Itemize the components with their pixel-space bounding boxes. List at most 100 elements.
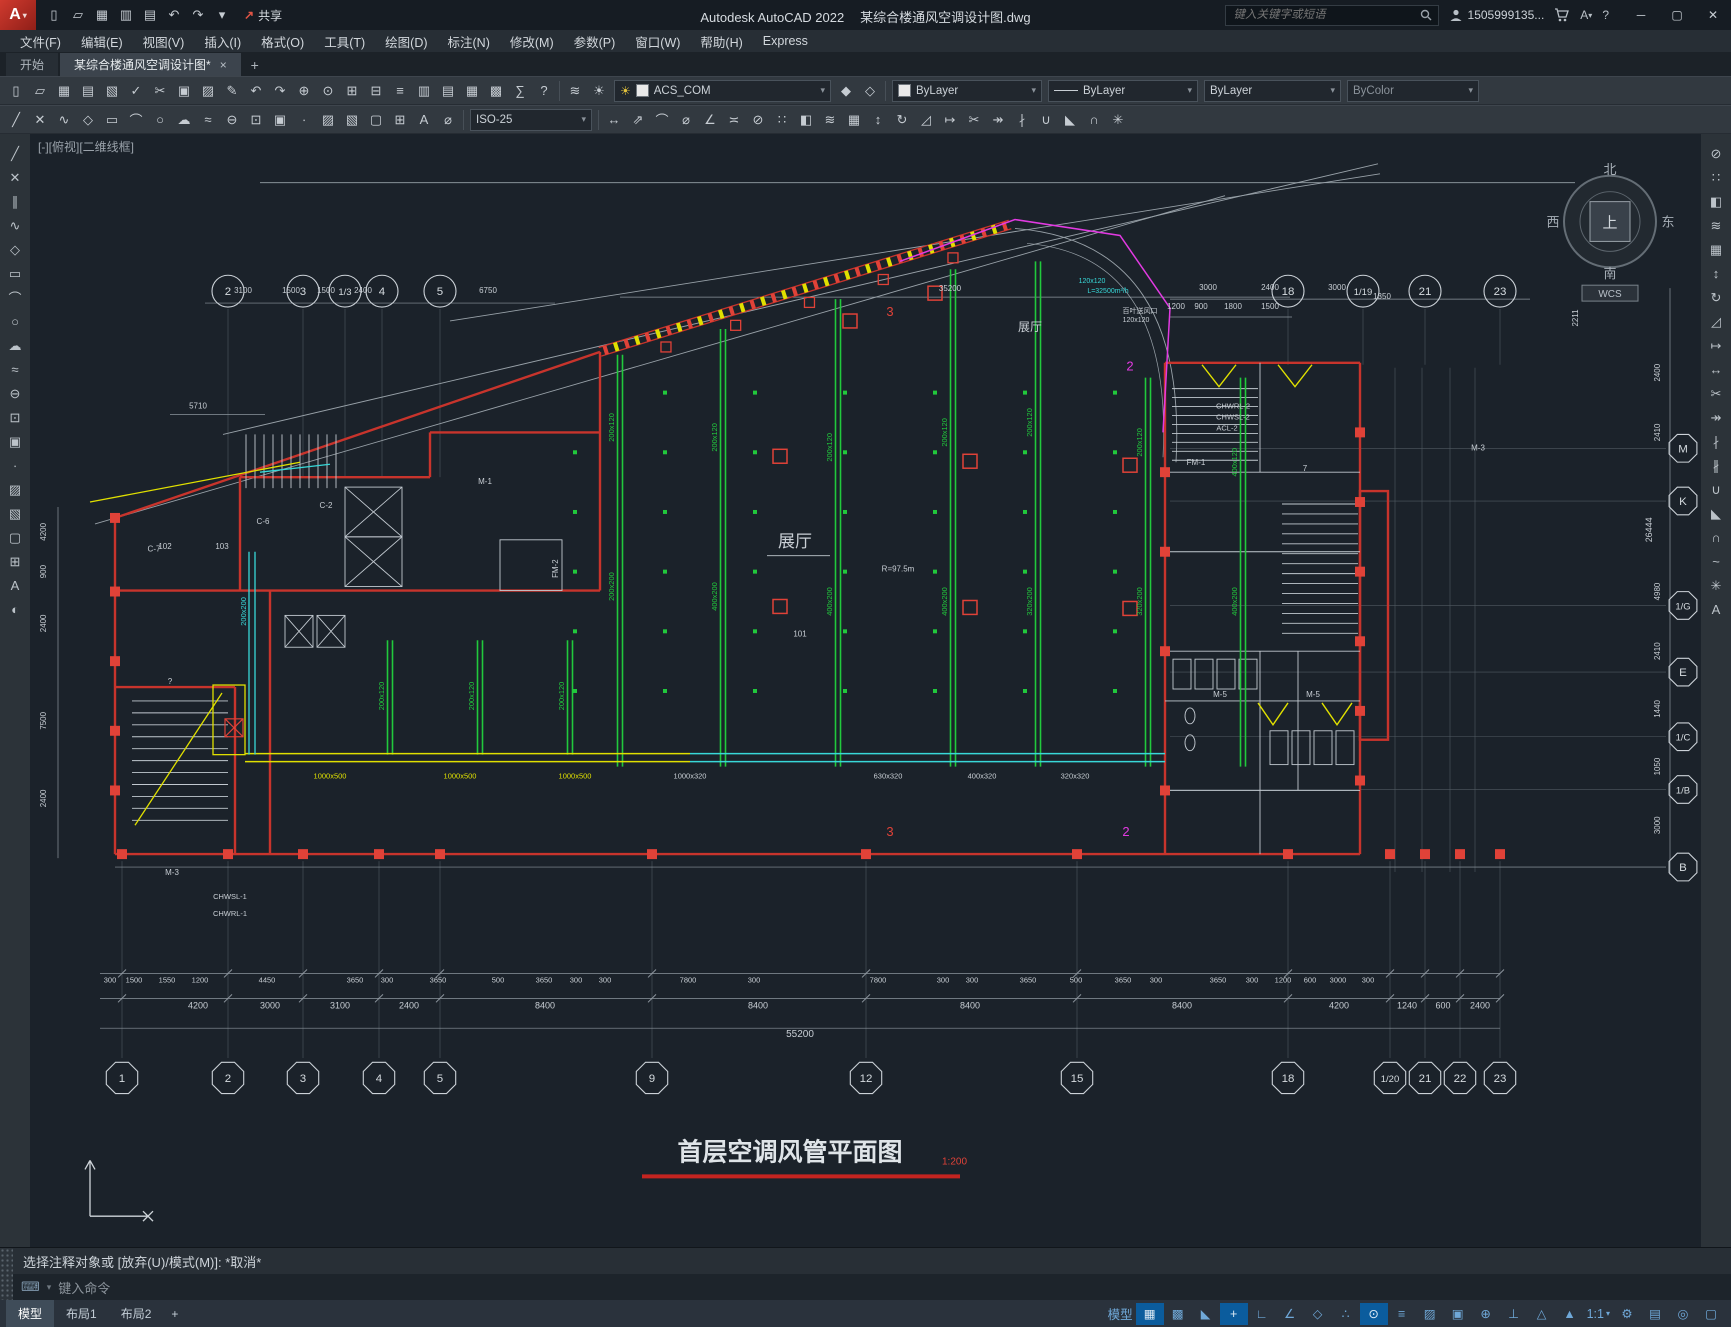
maximize-button[interactable]: ▢ bbox=[1659, 0, 1695, 30]
plotstyle-dropdown[interactable]: ByColor ▾ bbox=[1347, 79, 1479, 102]
stretch-icon[interactable]: ↦ bbox=[1704, 334, 1728, 357]
layer-properties-icon[interactable]: ≋ bbox=[563, 79, 587, 103]
isometric-drafting-toggle[interactable]: ◇ bbox=[1304, 1303, 1332, 1325]
trim-icon[interactable]: ✂ bbox=[962, 108, 986, 132]
object-snap-toggle[interactable]: ⊙ bbox=[1359, 1302, 1388, 1325]
qat-customize-icon[interactable]: ▾ bbox=[210, 3, 234, 27]
erase-icon[interactable]: ⊘ bbox=[746, 108, 770, 132]
multiline-text-icon[interactable]: A bbox=[3, 574, 27, 597]
arc-icon[interactable]: ⌒ bbox=[124, 108, 148, 132]
insert-block-icon[interactable]: ⊡ bbox=[244, 108, 268, 132]
match-properties-icon[interactable]: ✎ bbox=[220, 79, 244, 103]
offset-icon[interactable]: ≋ bbox=[818, 108, 842, 132]
dim-angular-icon[interactable]: ∠ bbox=[698, 108, 722, 132]
menu-插入(I)[interactable]: 插入(I) bbox=[194, 30, 251, 52]
ellipse-icon[interactable]: ⊖ bbox=[220, 108, 244, 132]
share-button[interactable]: ↗ 共享 bbox=[244, 7, 282, 24]
pan-icon[interactable]: ⊕ bbox=[292, 79, 316, 103]
revision-cloud-icon[interactable]: ☁ bbox=[172, 108, 196, 132]
plot-icon[interactable]: ▤ bbox=[138, 3, 162, 27]
redo-icon[interactable]: ↷ bbox=[268, 79, 292, 103]
point-icon[interactable]: ∙ bbox=[292, 108, 316, 132]
spline-icon[interactable]: ≈ bbox=[3, 358, 27, 381]
dim-radius-icon[interactable]: ⌀ bbox=[674, 108, 698, 132]
move-icon[interactable]: ↕ bbox=[1704, 262, 1728, 285]
plot-preview-icon[interactable]: ▧ bbox=[100, 79, 124, 103]
annotation-scale-toggle[interactable]: 1:1 ▾ bbox=[1584, 1303, 1613, 1325]
gradient-icon[interactable]: ▧ bbox=[340, 108, 364, 132]
move-icon[interactable]: ↕ bbox=[866, 108, 890, 132]
dim-arc-icon[interactable]: ⌒ bbox=[650, 108, 674, 132]
layout-tab-布局1[interactable]: 布局1 bbox=[54, 1300, 109, 1327]
cut-icon[interactable]: ✂ bbox=[148, 79, 172, 103]
spline-icon[interactable]: ≈ bbox=[196, 108, 220, 132]
copy-icon[interactable]: ∷ bbox=[1704, 166, 1728, 189]
infer-constraints-toggle[interactable]: ◣ bbox=[1192, 1303, 1220, 1325]
table-icon[interactable]: ⊞ bbox=[388, 108, 412, 132]
menu-Express[interactable]: Express bbox=[753, 30, 818, 52]
line-icon[interactable]: ╱ bbox=[4, 108, 28, 132]
mirror-icon[interactable]: ◧ bbox=[794, 108, 818, 132]
transparency-toggle[interactable]: ▨ bbox=[1416, 1303, 1444, 1325]
open-icon[interactable]: ▱ bbox=[28, 79, 52, 103]
dynamic-ucs-toggle[interactable]: ⊥ bbox=[1500, 1303, 1528, 1325]
help-icon[interactable]: ? bbox=[532, 79, 556, 103]
revision-cloud-icon[interactable]: ☁ bbox=[3, 334, 27, 357]
break-at-point-icon[interactable]: ∤ bbox=[1704, 430, 1728, 453]
open-icon[interactable]: ▱ bbox=[66, 3, 90, 27]
new-icon[interactable]: ▯ bbox=[4, 79, 28, 103]
construction-line-icon[interactable]: ✕ bbox=[3, 166, 27, 189]
polygon-icon[interactable]: ◇ bbox=[76, 108, 100, 132]
dimstyle-dropdown[interactable]: ISO-25 ▾ bbox=[470, 108, 592, 131]
make-layer-current-icon[interactable]: ◆ bbox=[834, 79, 858, 103]
spell-check-icon[interactable]: ✓ bbox=[124, 79, 148, 103]
object-snap-tracking-toggle[interactable]: ∴ bbox=[1332, 1303, 1360, 1325]
undo-icon[interactable]: ↶ bbox=[162, 3, 186, 27]
circle-icon[interactable]: ○ bbox=[148, 108, 172, 132]
polyline-icon[interactable]: ∿ bbox=[52, 108, 76, 132]
blend-curves-icon[interactable]: ~ bbox=[1704, 550, 1728, 573]
layout-tab-模型[interactable]: 模型 bbox=[6, 1300, 55, 1327]
point-icon[interactable]: ∙ bbox=[3, 454, 27, 477]
construction-line-icon[interactable]: ✕ bbox=[28, 108, 52, 132]
menu-编辑(E)[interactable]: 编辑(E) bbox=[71, 30, 133, 52]
save-as-icon[interactable]: ▥ bbox=[114, 3, 138, 27]
create-block-icon[interactable]: ▣ bbox=[3, 430, 27, 453]
polyline-icon[interactable]: ∿ bbox=[3, 214, 27, 237]
create-block-icon[interactable]: ▣ bbox=[268, 108, 292, 132]
selection-cycling-toggle[interactable]: ▣ bbox=[1444, 1303, 1472, 1325]
tab-drawing[interactable]: 某综合楼通风空调设计图* × bbox=[60, 53, 241, 76]
insert-block-icon[interactable]: ⊡ bbox=[3, 406, 27, 429]
markup-icon[interactable]: ▩ bbox=[484, 79, 508, 103]
zoom-realtime-icon[interactable]: ⊙ bbox=[316, 79, 340, 103]
tool-palettes-icon[interactable]: ▤ bbox=[436, 79, 460, 103]
dim-aligned-icon[interactable]: ⇗ bbox=[626, 108, 650, 132]
application-menu-button[interactable]: A ▾ bbox=[0, 0, 36, 30]
gradient-icon[interactable]: ▧ bbox=[3, 502, 27, 525]
chamfer-icon[interactable]: ◣ bbox=[1704, 502, 1728, 525]
arc-icon[interactable]: ⌒ bbox=[3, 286, 27, 309]
cad-drawing[interactable]: 2 3 1/3 4 5 18 1/19 21 231 2 3 4 5 9 12 15 18 1/20 21 22 23M… bbox=[30, 134, 1701, 1247]
menu-工具(T)[interactable]: 工具(T) bbox=[314, 30, 375, 52]
layout-tab-布局2[interactable]: 布局2 bbox=[109, 1300, 164, 1327]
polar-tracking-toggle[interactable]: ∠ bbox=[1276, 1303, 1304, 1325]
menu-文件(F)[interactable]: 文件(F) bbox=[10, 30, 71, 52]
extend-icon[interactable]: ↠ bbox=[1704, 406, 1728, 429]
account-button[interactable]: 1505999135... bbox=[1449, 8, 1544, 22]
fillet-icon[interactable]: ∩ bbox=[1082, 108, 1106, 132]
scale-icon[interactable]: ◿ bbox=[1704, 310, 1728, 333]
tab-start[interactable]: 开始 bbox=[6, 53, 59, 76]
menu-视图(V)[interactable]: 视图(V) bbox=[133, 30, 195, 52]
menu-修改(M)[interactable]: 修改(M) bbox=[500, 30, 564, 52]
sheet-set-manager-icon[interactable]: ▦ bbox=[460, 79, 484, 103]
designcenter-icon[interactable]: ▥ bbox=[412, 79, 436, 103]
explode-icon[interactable]: ✳ bbox=[1106, 108, 1130, 132]
circle-icon[interactable]: ○ bbox=[3, 310, 27, 333]
copy-icon[interactable]: ∷ bbox=[770, 108, 794, 132]
stretch-icon[interactable]: ↦ bbox=[938, 108, 962, 132]
array-icon[interactable]: ▦ bbox=[842, 108, 866, 132]
lineweight-dropdown[interactable]: ByLayer ▾ bbox=[1204, 79, 1341, 102]
multiline-icon[interactable]: ∥ bbox=[3, 190, 27, 213]
hatch-icon[interactable]: ▨ bbox=[3, 478, 27, 501]
clean-screen-toggle[interactable]: ▢ bbox=[1697, 1303, 1725, 1325]
